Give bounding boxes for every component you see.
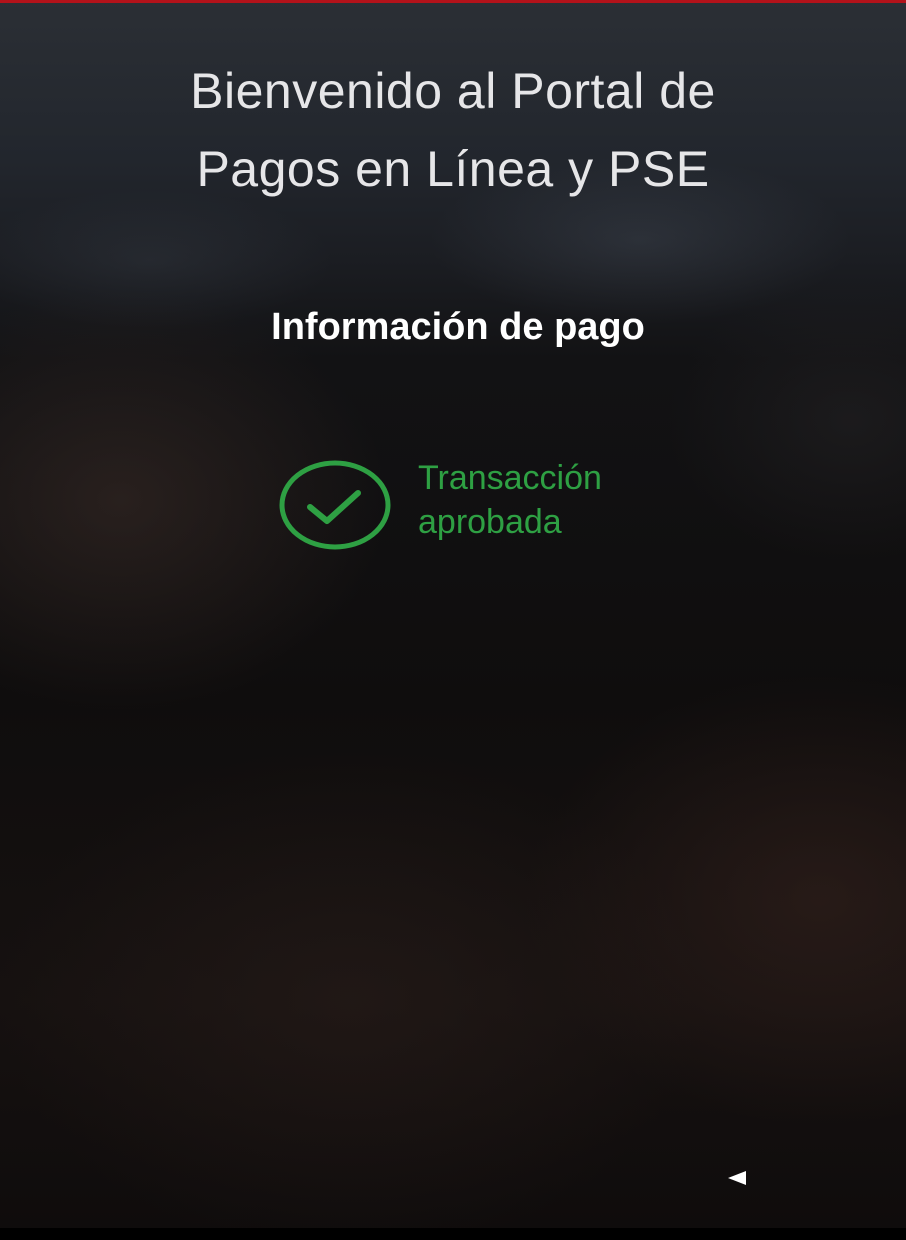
status-line-2: aprobada [418, 503, 562, 541]
transaction-status-text: Transacción aprobada [418, 456, 658, 544]
check-circle-icon [279, 460, 391, 550]
back-arrow-icon[interactable] [726, 1170, 748, 1186]
bottom-bar [0, 1228, 906, 1240]
status-line-1: Transacción [418, 459, 602, 497]
top-accent-bar [0, 0, 906, 3]
payment-info-heading: Información de pago [271, 306, 645, 348]
page-title: Bienvenido al Portal de Pagos en Línea y… [0, 52, 906, 208]
page-title-line-2: Pagos en Línea y PSE [196, 141, 710, 197]
page-title-line-1: Bienvenido al Portal de [190, 63, 716, 119]
transaction-status: Transacción aprobada [278, 456, 658, 556]
